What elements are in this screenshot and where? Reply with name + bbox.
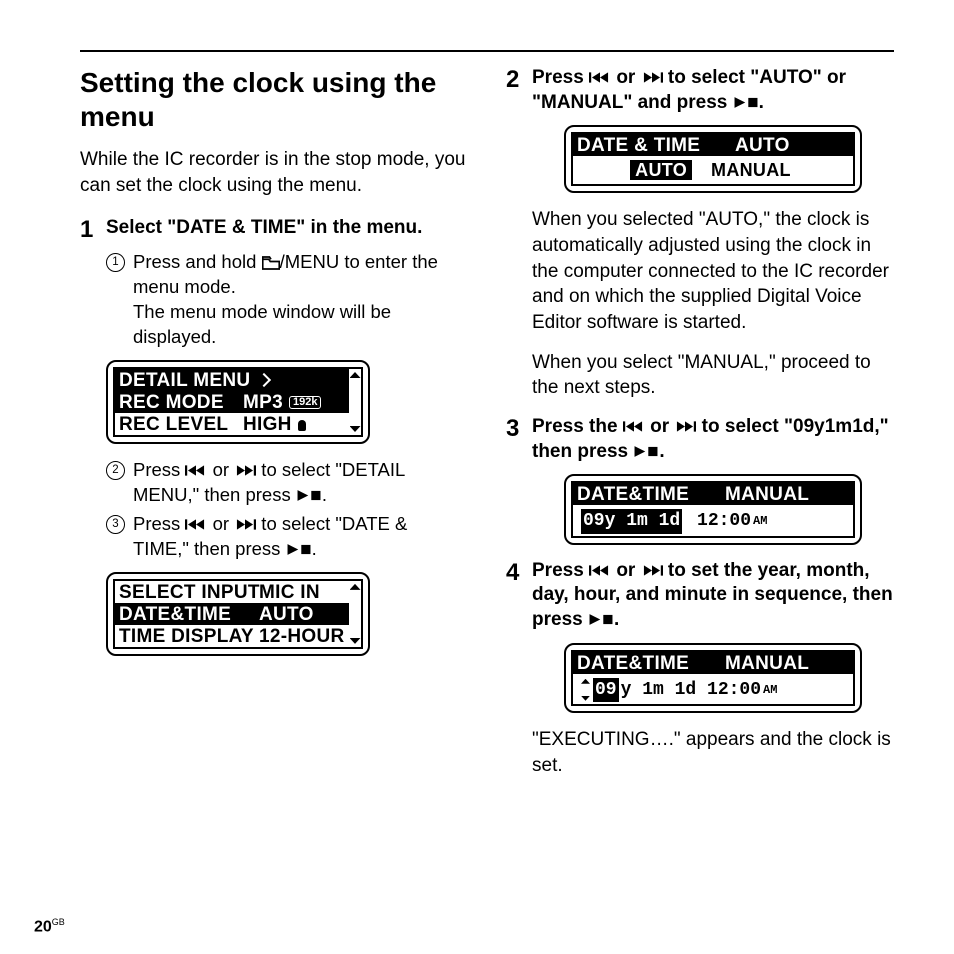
left-column: Setting the clock using the menu While t… xyxy=(80,66,468,792)
lcd-figure-5: DATE&TIMEMANUAL 09y 1m 1d 12:00AM xyxy=(532,643,894,713)
step-heading: Press or to select "AUTO" or "MANUAL" an… xyxy=(532,66,894,115)
play-stop-icon xyxy=(296,489,322,502)
play-stop-icon xyxy=(286,543,312,556)
play-stop-icon xyxy=(588,613,614,626)
step-heading: Press or to set the year, month, day, ho… xyxy=(532,559,894,633)
horizontal-rule xyxy=(80,50,894,52)
next-track-icon xyxy=(674,420,696,433)
step-number: 4 xyxy=(506,559,532,633)
section-title: Setting the clock using the menu xyxy=(80,66,468,133)
prev-track-icon xyxy=(623,420,645,433)
step-number: 2 xyxy=(506,66,532,115)
prev-track-icon xyxy=(185,518,207,531)
scroll-down-icon xyxy=(350,426,361,432)
scroll-up-icon xyxy=(350,372,361,378)
step-number: 1 xyxy=(80,216,106,244)
substep-text: Press or to select "DETAIL MENU," then p… xyxy=(133,458,468,508)
lcd-figure-1: DETAIL MENU REC MODEMP3192k REC LEVELHIG… xyxy=(106,360,468,444)
substep-text: Press or to select "DATE & TIME," then p… xyxy=(133,512,468,562)
chevron-right-icon xyxy=(257,373,271,387)
scroll-down-icon xyxy=(350,638,361,644)
paragraph: When you select "MANUAL," proceed to the… xyxy=(532,350,894,401)
paragraph: When you selected "AUTO," the clock is a… xyxy=(532,207,894,335)
substep-marker-2: 2 xyxy=(106,461,125,480)
step-heading: Select "DATE & TIME" in the menu. xyxy=(106,216,422,244)
substep-marker-3: 3 xyxy=(106,515,125,534)
substep-marker-1: 1 xyxy=(106,253,125,272)
page-number: 20GB xyxy=(34,917,65,936)
next-track-icon xyxy=(641,71,663,84)
step-number: 3 xyxy=(506,415,532,464)
step-heading: Press the or to select "09y1m1d," then p… xyxy=(532,415,894,464)
scroll-up-icon xyxy=(350,584,361,590)
play-stop-icon xyxy=(633,445,659,458)
next-track-icon xyxy=(234,464,256,477)
folder-icon xyxy=(262,256,280,270)
prev-track-icon xyxy=(589,564,611,577)
substep-text: Press and hold /MENU to enter the menu m… xyxy=(133,250,468,350)
mic-icon xyxy=(298,420,306,431)
up-down-icon xyxy=(581,679,590,701)
next-track-icon xyxy=(234,518,256,531)
play-stop-icon xyxy=(733,96,759,109)
intro-paragraph: While the IC recorder is in the stop mod… xyxy=(80,147,468,198)
next-track-icon xyxy=(641,564,663,577)
lcd-figure-2: SELECT INPUTMIC IN DATE&TIMEAUTO TIME DI… xyxy=(106,572,468,656)
paragraph: "EXECUTING…." appears and the clock is s… xyxy=(532,727,894,778)
prev-track-icon xyxy=(185,464,207,477)
prev-track-icon xyxy=(589,71,611,84)
lcd-figure-3: DATE & TIMEAUTO AUTO MANUAL xyxy=(532,125,894,193)
lcd-figure-4: DATE&TIMEMANUAL 09y 1m 1d 12:00AM xyxy=(532,474,894,544)
right-column: 2 Press or to select "AUTO" or "MANUAL" … xyxy=(506,66,894,792)
